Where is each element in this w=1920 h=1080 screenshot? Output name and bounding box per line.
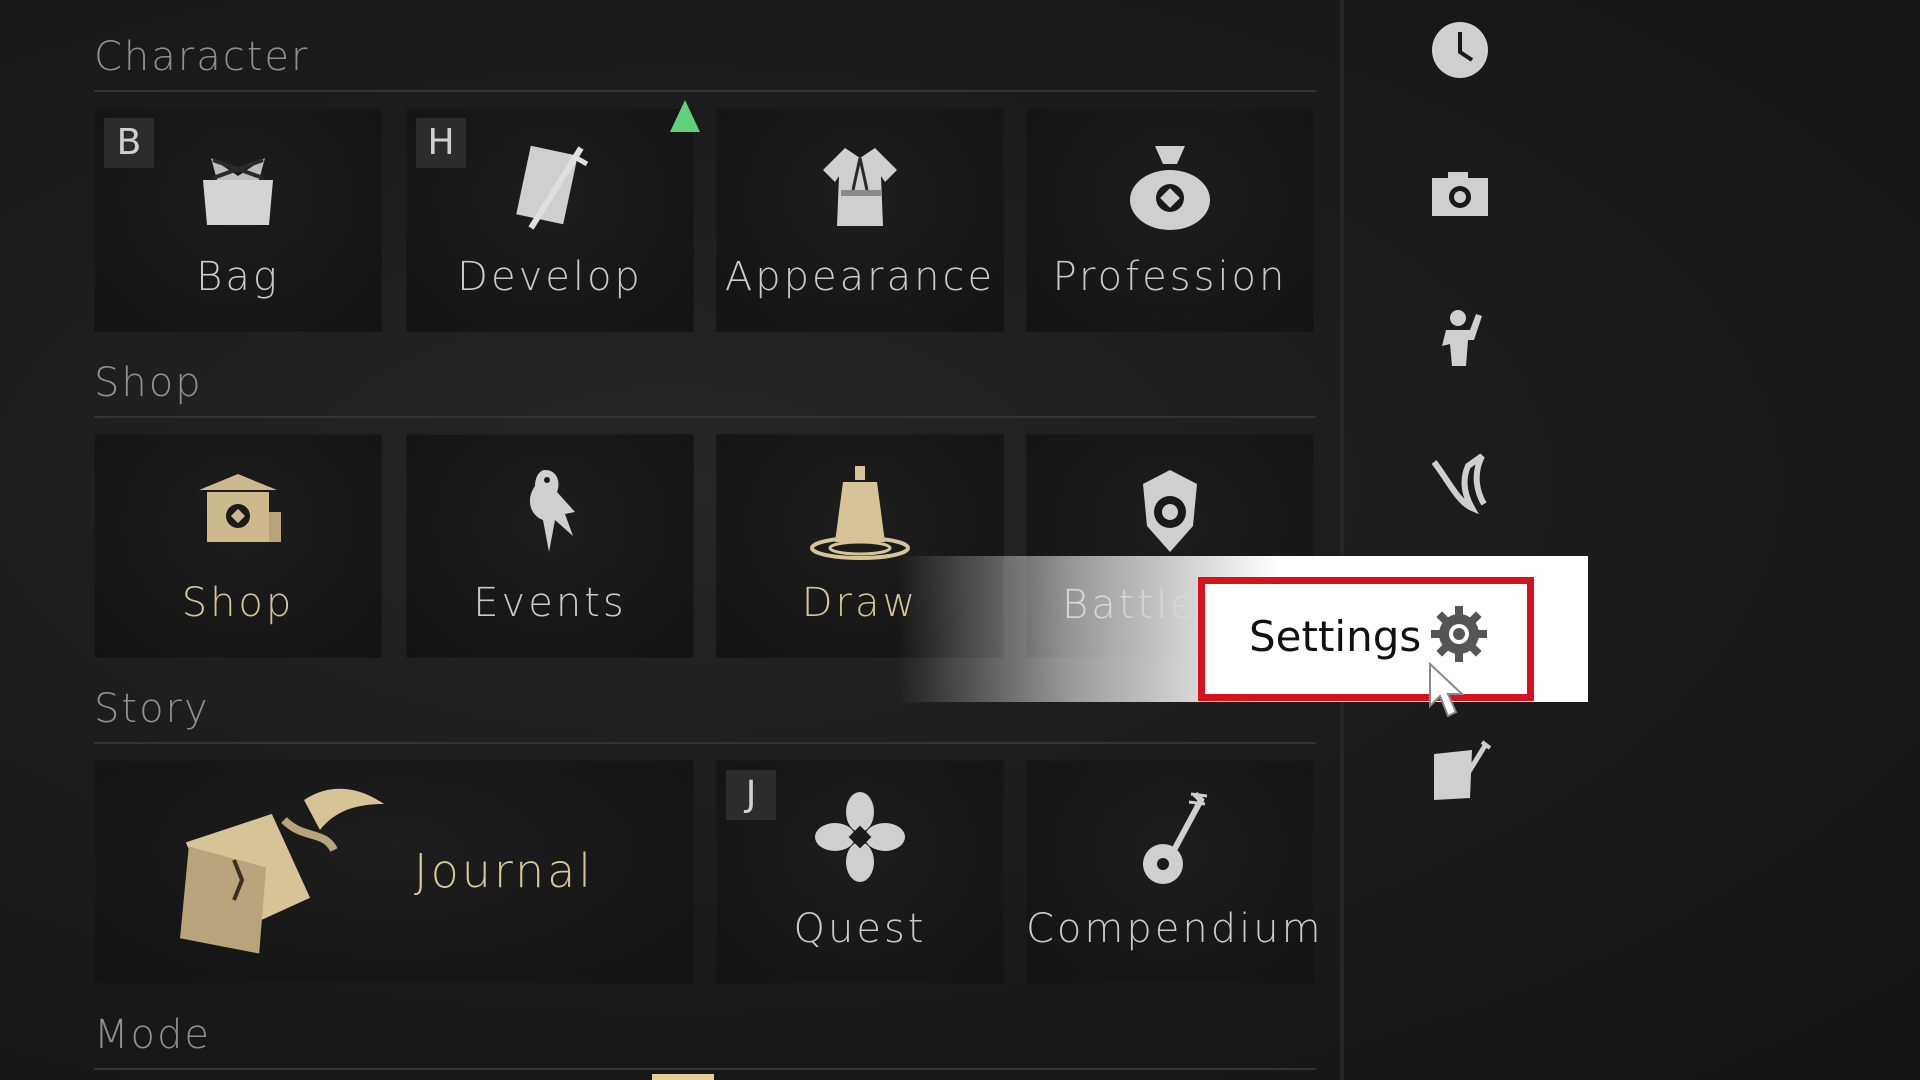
tile-label: Quest — [793, 906, 927, 952]
tile-label: Develop — [457, 254, 643, 300]
hotkey-badge: B — [104, 118, 154, 168]
tile-develop[interactable]: H Develop — [406, 108, 694, 332]
quest-flower-icon — [815, 792, 905, 882]
section-divider — [94, 90, 1316, 92]
music-sheet-icon[interactable] — [1428, 740, 1492, 804]
bird-icon — [529, 470, 575, 552]
notification-arrow-icon — [670, 100, 700, 132]
tile-label: Shop — [181, 580, 295, 626]
tile-appearance[interactable]: Appearance — [716, 108, 1004, 332]
settings-label: Settings — [1249, 612, 1422, 661]
section-title-story: Story — [94, 686, 210, 732]
tile-label: Profession — [1052, 254, 1288, 300]
robe-icon — [823, 148, 897, 226]
section-divider — [94, 416, 1316, 418]
gear-icon — [1431, 606, 1487, 662]
battle-shield-icon — [1143, 470, 1197, 552]
journal-scroll-icon — [180, 788, 384, 954]
section-divider — [94, 742, 1316, 744]
emote-figure-icon[interactable] — [1428, 306, 1492, 370]
section-title-character: Character — [94, 34, 310, 80]
tile-journal[interactable]: Journal — [94, 760, 694, 984]
profession-pouch-icon — [1130, 146, 1210, 230]
tile-profession[interactable]: Profession — [1026, 108, 1314, 332]
tile-label: Events — [473, 580, 627, 626]
section-divider — [94, 1068, 1316, 1070]
bag-icon — [203, 158, 273, 225]
hotkey-badge: J — [726, 770, 776, 820]
settings-button[interactable]: Settings — [1198, 577, 1534, 701]
tile-compendium[interactable]: Compendium — [1026, 760, 1324, 984]
section-title-shop: Shop — [94, 360, 203, 406]
bell-icon — [810, 466, 910, 560]
tile-label: Journal — [414, 844, 595, 898]
tile-bag[interactable]: B Bag — [94, 108, 382, 332]
section-title-mode: Mode — [94, 1012, 211, 1058]
clock-icon[interactable] — [1428, 18, 1492, 82]
claw-icon[interactable] — [1428, 450, 1492, 514]
tile-shop[interactable]: Shop — [94, 434, 382, 658]
tile-quest[interactable]: J Quest — [716, 760, 1004, 984]
sidebar-divider — [1340, 0, 1344, 1080]
camera-icon[interactable] — [1428, 162, 1492, 226]
tile-label: Battle — [1062, 582, 1198, 628]
mode-indicator — [652, 1074, 714, 1080]
tile-label: Appearance — [724, 254, 996, 300]
tile-label: Bag — [196, 254, 280, 300]
instrument-icon — [1143, 791, 1208, 884]
tile-events[interactable]: Events — [406, 434, 694, 658]
mouse-cursor-icon — [1429, 662, 1465, 718]
tile-label: Compendium — [1026, 906, 1324, 952]
develop-icon — [516, 145, 589, 230]
shop-building-icon — [199, 474, 281, 542]
hotkey-badge: H — [416, 118, 466, 168]
